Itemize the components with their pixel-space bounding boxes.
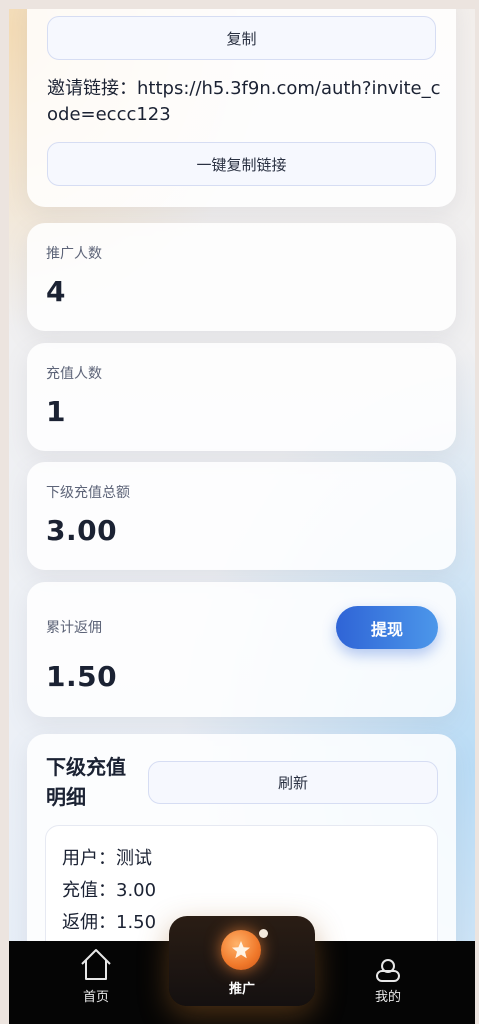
- invite-link: 邀请链接：https://h5.3f9n.com/auth?invite_cod…: [47, 76, 442, 128]
- commission-value: 1.50: [46, 660, 118, 693]
- record-user: 用户：测试: [62, 844, 152, 870]
- record-recharge: 充值：3.00: [62, 876, 156, 902]
- recharge-users-label: 充值人数: [46, 366, 102, 382]
- user-icon: [376, 959, 400, 982]
- promoted-count-card: 推广人数 4: [27, 223, 456, 331]
- invite-link-label: 邀请链接：: [47, 78, 137, 99]
- record-commission: 返佣：1.50: [62, 908, 156, 934]
- copy-button[interactable]: 复制: [47, 16, 436, 60]
- promoted-count-value: 4: [46, 275, 66, 308]
- record-recharge-value: 3.00: [116, 880, 157, 901]
- tab-promote-label: 推广: [228, 982, 255, 997]
- refresh-button[interactable]: 刷新: [148, 761, 438, 804]
- record-commission-label: 返佣：: [62, 912, 116, 933]
- sub-recharge-total-value: 3.00: [46, 514, 118, 547]
- home-icon: [81, 949, 111, 980]
- record-recharge-label: 充值：: [62, 880, 116, 901]
- star-icon: [221, 930, 261, 970]
- record-commission-value: 1.50: [116, 912, 157, 933]
- tab-mine-label: 我的: [374, 990, 401, 1005]
- notification-dot: [259, 929, 268, 938]
- withdraw-button[interactable]: 提现: [336, 606, 438, 649]
- record-user-label: 用户：: [62, 848, 116, 869]
- app-screen: 复制 邀请链接：https://h5.3f9n.com/auth?invite_…: [9, 9, 475, 1024]
- invite-card: 复制 邀请链接：https://h5.3f9n.com/auth?invite_…: [27, 9, 456, 207]
- recharge-users-card: 充值人数 1: [27, 343, 456, 451]
- commission-label: 累计返佣: [46, 620, 102, 636]
- commission-card: 累计返佣 提现 1.50: [27, 582, 456, 717]
- tab-promote[interactable]: 推广: [169, 916, 315, 1006]
- copy-link-button[interactable]: 一键复制链接: [47, 142, 436, 186]
- promoted-count-label: 推广人数: [46, 246, 102, 262]
- tab-mine[interactable]: 我的: [328, 941, 448, 1024]
- tab-home-label: 首页: [82, 990, 109, 1005]
- tab-home[interactable]: 首页: [36, 941, 156, 1024]
- record-user-value: 测试: [116, 848, 152, 869]
- sub-recharge-total-label: 下级充值总额: [46, 485, 130, 501]
- recharge-users-value: 1: [46, 395, 66, 428]
- sub-recharge-total-card: 下级充值总额 3.00: [27, 462, 456, 570]
- details-title: 下级充值明细: [46, 755, 126, 809]
